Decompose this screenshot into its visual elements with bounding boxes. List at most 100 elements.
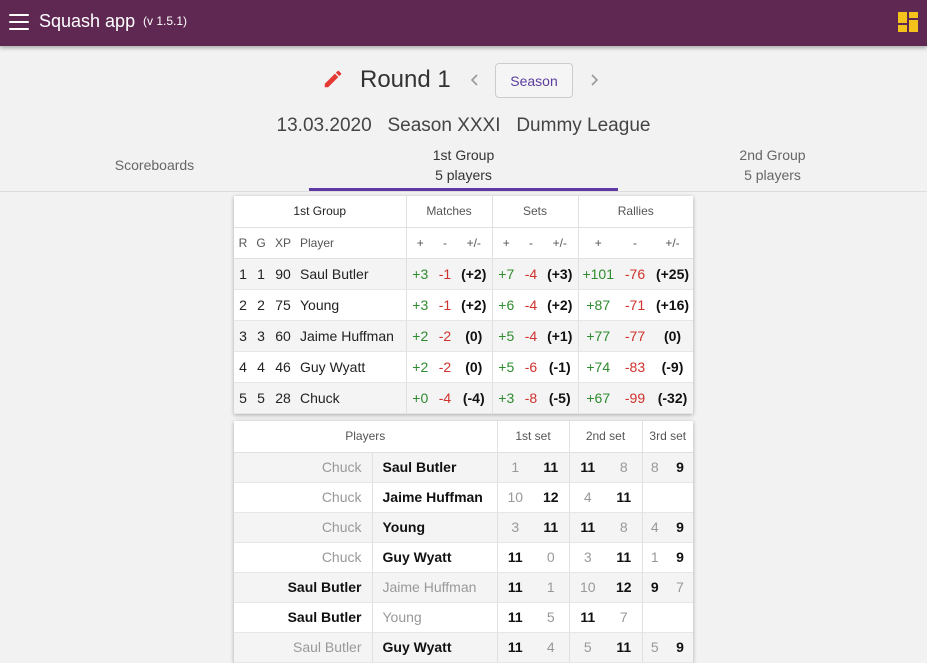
group-header: 1st Group [234, 196, 406, 228]
col-header: + [577, 227, 618, 259]
set-score: 11 [496, 542, 533, 573]
set-score: 11 [606, 482, 642, 513]
standings-cell-sd: (-1) [542, 351, 578, 383]
match-row: Chuck Young 3 11 11 8 4 9 [234, 512, 693, 543]
standings-cell-rm: -99 [618, 382, 652, 414]
standings-cell-r: 2 [234, 289, 252, 321]
standings-cell-r: 4 [234, 351, 252, 383]
standings-cell-mp: +2 [405, 320, 434, 352]
standings-cell-xp: 90 [270, 258, 296, 290]
standings-cell-mp: +3 [405, 289, 434, 321]
season-button[interactable]: Season [495, 63, 573, 98]
players-header: Players [234, 421, 497, 453]
standings-cell-r: 3 [234, 320, 252, 352]
app-version: (v 1.5.1) [143, 14, 188, 28]
tab-label: 1st Group [432, 147, 495, 163]
standings-cell-rd: (+16) [652, 289, 693, 321]
standings-cell-xp: 60 [270, 320, 296, 352]
chevron-right-icon[interactable] [586, 72, 602, 88]
set-score: 4 [533, 632, 569, 663]
match-player2: Young [371, 602, 497, 633]
tab-scoreboards[interactable]: Scoreboards [0, 140, 309, 190]
set-score: 12 [533, 482, 569, 513]
standings-cell-md: (+2) [456, 289, 492, 321]
standings-cell-sm: -4 [520, 320, 542, 352]
standings-cell-md: (-4) [456, 382, 492, 414]
standings-cell-sp: +6 [491, 289, 520, 321]
standings-cell-player: Jaime Huffman [296, 320, 406, 352]
round-title: Round 1 [360, 66, 451, 93]
standings-cell-sm: -4 [520, 289, 542, 321]
col-header: + [491, 227, 520, 259]
standings-row: 3 3 60 Jaime Huffman +2 -2 (0) +5 -4 (+1) +77 -77 (0… [234, 320, 693, 352]
standings-cell-rp: +74 [577, 351, 618, 383]
standings-row: 2 2 75 Young +3 -1 (+2) +6 -4 (+2) +87 -71 (+16) [234, 289, 693, 321]
standings-cell-mp: +2 [405, 351, 434, 383]
set-score: 9 [667, 512, 693, 543]
set-score: 11 [496, 572, 533, 603]
active-tab-indicator [309, 188, 618, 191]
standings-cell-sp: +5 [491, 320, 520, 352]
tab-2nd-group[interactable]: 2nd Group 5 players [618, 140, 927, 190]
menu-icon[interactable] [9, 14, 29, 30]
standings-cell-rd: (-32) [652, 382, 693, 414]
matches-table: Players 1st set 2nd set 3rd set Chuck Sau… [234, 421, 693, 663]
set-score [667, 602, 693, 633]
set-score: 8 [606, 452, 642, 483]
set-score: 9 [667, 452, 693, 483]
set-score: 4 [641, 512, 667, 543]
tab-sublabel: 5 players [435, 167, 492, 183]
dashboard-icon[interactable] [898, 12, 918, 32]
standings-cell-rm: -76 [618, 258, 652, 290]
set2-header: 2nd set [568, 421, 642, 453]
standings-cell-g: 2 [252, 289, 270, 321]
chevron-left-icon[interactable] [467, 72, 483, 88]
standings-cell-xp: 28 [270, 382, 296, 414]
set-score: 11 [568, 452, 606, 483]
standings-cell-rm: -83 [618, 351, 652, 383]
standings-cell-rp: +67 [577, 382, 618, 414]
match-row: Saul Butler Jaime Huffman 11 1 10 12 9 7 [234, 572, 693, 603]
sets-header: Sets [491, 196, 578, 228]
set-score: 1 [641, 542, 667, 573]
standings-cell-rm: -71 [618, 289, 652, 321]
set3-header: 3rd set [641, 421, 693, 453]
match-player2: Jaime Huffman [371, 572, 497, 603]
col-header: XP [270, 227, 296, 259]
set-score: 1 [496, 452, 533, 483]
standings-cell-player: Saul Butler [296, 258, 406, 290]
standings-cell-sd: (-5) [542, 382, 578, 414]
standings-cell-sp: +7 [491, 258, 520, 290]
standings-table: 1st Group Matches Sets Rallies R G XP Pl… [234, 196, 693, 414]
edit-pencil-icon[interactable] [322, 68, 344, 90]
standings-cell-player: Young [296, 289, 406, 321]
tab-1st-group[interactable]: 1st Group 5 players [309, 140, 618, 190]
match-player1: Saul Butler [234, 632, 372, 663]
standings-cell-mm: -1 [434, 258, 456, 290]
match-row: Saul Butler Guy Wyatt 11 4 5 11 5 9 [234, 632, 693, 663]
standings-cell-sm: -4 [520, 258, 542, 290]
col-header: R [234, 227, 252, 259]
match-row: Chuck Saul Butler 1 11 11 8 8 9 [234, 452, 693, 483]
match-row: Chuck Guy Wyatt 11 0 3 11 1 9 [234, 542, 693, 573]
standings-cell-rp: +77 [577, 320, 618, 352]
standings-cell-md: (0) [456, 351, 492, 383]
standings-cell-rd: (-9) [652, 351, 693, 383]
standings-cell-mm: -2 [434, 320, 456, 352]
match-player2: Young [371, 512, 497, 543]
standings-cell-r: 1 [234, 258, 252, 290]
standings-cell-sp: +3 [491, 382, 520, 414]
standings-cell-mm: -2 [434, 351, 456, 383]
standings-cell-xp: 46 [270, 351, 296, 383]
standings-cell-sd: (+2) [542, 289, 578, 321]
match-player1: Chuck [234, 542, 372, 573]
standings-cell-g: 3 [252, 320, 270, 352]
app-title: Squash app [39, 11, 136, 31]
set-score: 11 [606, 542, 642, 573]
set-score: 8 [606, 512, 642, 543]
set-score: 4 [568, 482, 606, 513]
match-row: Saul Butler Young 11 5 11 7 [234, 602, 693, 633]
match-player1: Chuck [234, 512, 372, 543]
set-score [641, 482, 667, 513]
standings-cell-player: Chuck [296, 382, 406, 414]
